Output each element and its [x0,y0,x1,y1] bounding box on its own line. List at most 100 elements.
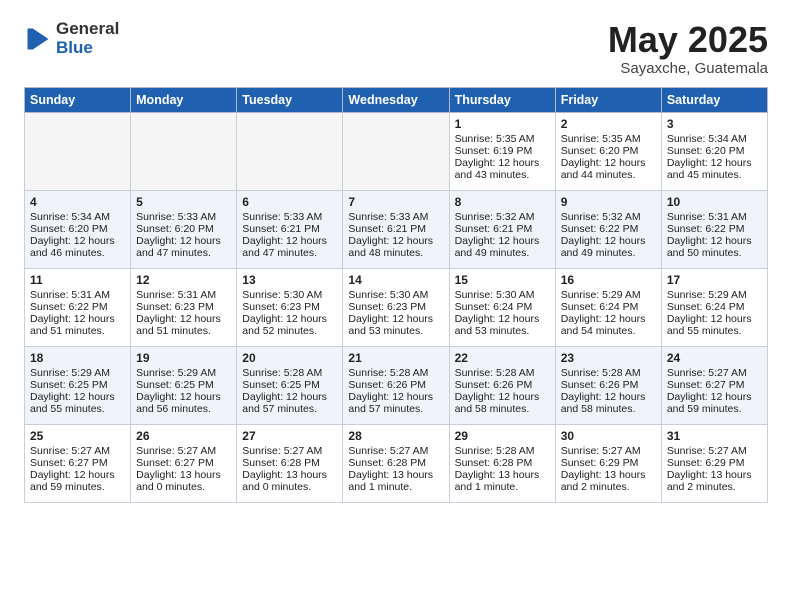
cell-content-line: Sunrise: 5:32 AM [561,211,656,223]
cell-content-line: Sunrise: 5:35 AM [455,133,550,145]
day-number: 28 [348,429,443,443]
cell-content-line: Sunrise: 5:33 AM [348,211,443,223]
calendar-cell: 6Sunrise: 5:33 AMSunset: 6:21 PMDaylight… [237,190,343,268]
cell-content-line: Daylight: 13 hours [561,469,656,481]
day-number: 3 [667,117,762,131]
cell-content-line: Sunset: 6:24 PM [455,301,550,313]
cell-content-line: Sunrise: 5:29 AM [561,289,656,301]
cell-content-line: Sunset: 6:26 PM [348,379,443,391]
day-number: 22 [455,351,550,365]
calendar-cell: 5Sunrise: 5:33 AMSunset: 6:20 PMDaylight… [131,190,237,268]
cell-content-line: Daylight: 12 hours [667,157,762,169]
cell-content-line: Sunset: 6:23 PM [136,301,231,313]
weekday-header-tuesday: Tuesday [237,87,343,112]
cell-content-line: Sunset: 6:25 PM [136,379,231,391]
cell-content-line: Sunset: 6:27 PM [30,457,125,469]
cell-content-line: and 53 minutes. [348,325,443,337]
weekday-header-wednesday: Wednesday [343,87,449,112]
cell-content-line: and 55 minutes. [30,403,125,415]
calendar-cell: 21Sunrise: 5:28 AMSunset: 6:26 PMDayligh… [343,346,449,424]
cell-content-line: Daylight: 12 hours [242,313,337,325]
cell-content-line: Sunrise: 5:28 AM [242,367,337,379]
cell-content-line: and 2 minutes. [561,481,656,493]
calendar-cell: 25Sunrise: 5:27 AMSunset: 6:27 PMDayligh… [25,424,131,502]
cell-content-line: Sunset: 6:22 PM [561,223,656,235]
cell-content-line: Sunrise: 5:31 AM [667,211,762,223]
cell-content-line: Sunset: 6:21 PM [455,223,550,235]
calendar-cell: 29Sunrise: 5:28 AMSunset: 6:28 PMDayligh… [449,424,555,502]
day-number: 17 [667,273,762,287]
cell-content-line: and 0 minutes. [136,481,231,493]
cell-content-line: Daylight: 12 hours [136,235,231,247]
cell-content-line: Sunset: 6:23 PM [348,301,443,313]
cell-content-line: Daylight: 13 hours [667,469,762,481]
cell-content-line: Sunset: 6:25 PM [242,379,337,391]
cell-content-line: and 58 minutes. [561,403,656,415]
day-number: 9 [561,195,656,209]
cell-content-line: Sunrise: 5:27 AM [667,367,762,379]
cell-content-line: and 49 minutes. [561,247,656,259]
cell-content-line: Sunset: 6:28 PM [348,457,443,469]
cell-content-line: Sunset: 6:21 PM [348,223,443,235]
weekday-header-saturday: Saturday [661,87,767,112]
cell-content-line: Daylight: 12 hours [455,313,550,325]
cell-content-line: Sunrise: 5:29 AM [136,367,231,379]
day-number: 14 [348,273,443,287]
calendar-cell: 17Sunrise: 5:29 AMSunset: 6:24 PMDayligh… [661,268,767,346]
cell-content-line: Daylight: 13 hours [455,469,550,481]
cell-content-line: Daylight: 13 hours [348,469,443,481]
day-number: 4 [30,195,125,209]
day-number: 13 [242,273,337,287]
day-number: 5 [136,195,231,209]
day-number: 27 [242,429,337,443]
day-number: 10 [667,195,762,209]
cell-content-line: Daylight: 12 hours [561,391,656,403]
cell-content-line: Sunset: 6:21 PM [242,223,337,235]
cell-content-line: Daylight: 12 hours [30,391,125,403]
cell-content-line: Sunrise: 5:27 AM [136,445,231,457]
day-number: 26 [136,429,231,443]
cell-content-line: and 43 minutes. [455,169,550,181]
logo-blue-label: Blue [56,39,119,58]
cell-content-line: and 47 minutes. [242,247,337,259]
calendar-cell: 24Sunrise: 5:27 AMSunset: 6:27 PMDayligh… [661,346,767,424]
cell-content-line: Sunset: 6:24 PM [561,301,656,313]
cell-content-line: Sunrise: 5:29 AM [667,289,762,301]
header: General Blue May 2025 Sayaxche, Guatemal… [24,20,768,77]
calendar-cell: 16Sunrise: 5:29 AMSunset: 6:24 PMDayligh… [555,268,661,346]
calendar-week-1: 1Sunrise: 5:35 AMSunset: 6:19 PMDaylight… [25,112,768,190]
cell-content-line: Daylight: 12 hours [455,391,550,403]
title-area: May 2025 Sayaxche, Guatemala [608,20,768,77]
logo: General Blue [24,20,119,57]
cell-content-line: Daylight: 12 hours [242,391,337,403]
day-number: 25 [30,429,125,443]
cell-content-line: Sunset: 6:20 PM [561,145,656,157]
cell-content-line: Sunrise: 5:33 AM [242,211,337,223]
cell-content-line: Daylight: 12 hours [561,157,656,169]
calendar-table: SundayMondayTuesdayWednesdayThursdayFrid… [24,87,768,503]
cell-content-line: Sunset: 6:22 PM [30,301,125,313]
cell-content-line: Sunset: 6:28 PM [455,457,550,469]
cell-content-line: and 1 minute. [348,481,443,493]
cell-content-line: Sunset: 6:20 PM [136,223,231,235]
cell-content-line: Sunset: 6:26 PM [561,379,656,391]
cell-content-line: Sunset: 6:25 PM [30,379,125,391]
cell-content-line: Sunset: 6:27 PM [667,379,762,391]
cell-content-line: Sunrise: 5:29 AM [30,367,125,379]
cell-content-line: Daylight: 12 hours [242,235,337,247]
day-number: 1 [455,117,550,131]
cell-content-line: Sunrise: 5:34 AM [30,211,125,223]
cell-content-line: and 47 minutes. [136,247,231,259]
cell-content-line: Daylight: 12 hours [455,235,550,247]
calendar-cell: 18Sunrise: 5:29 AMSunset: 6:25 PMDayligh… [25,346,131,424]
cell-content-line: Sunrise: 5:28 AM [455,445,550,457]
cell-content-line: Sunset: 6:27 PM [136,457,231,469]
cell-content-line: Sunrise: 5:28 AM [455,367,550,379]
cell-content-line: Sunset: 6:24 PM [667,301,762,313]
calendar-cell: 4Sunrise: 5:34 AMSunset: 6:20 PMDaylight… [25,190,131,268]
calendar-body: 1Sunrise: 5:35 AMSunset: 6:19 PMDaylight… [25,112,768,502]
cell-content-line: Sunset: 6:22 PM [667,223,762,235]
cell-content-line: and 49 minutes. [455,247,550,259]
day-number: 30 [561,429,656,443]
cell-content-line: Sunset: 6:20 PM [667,145,762,157]
